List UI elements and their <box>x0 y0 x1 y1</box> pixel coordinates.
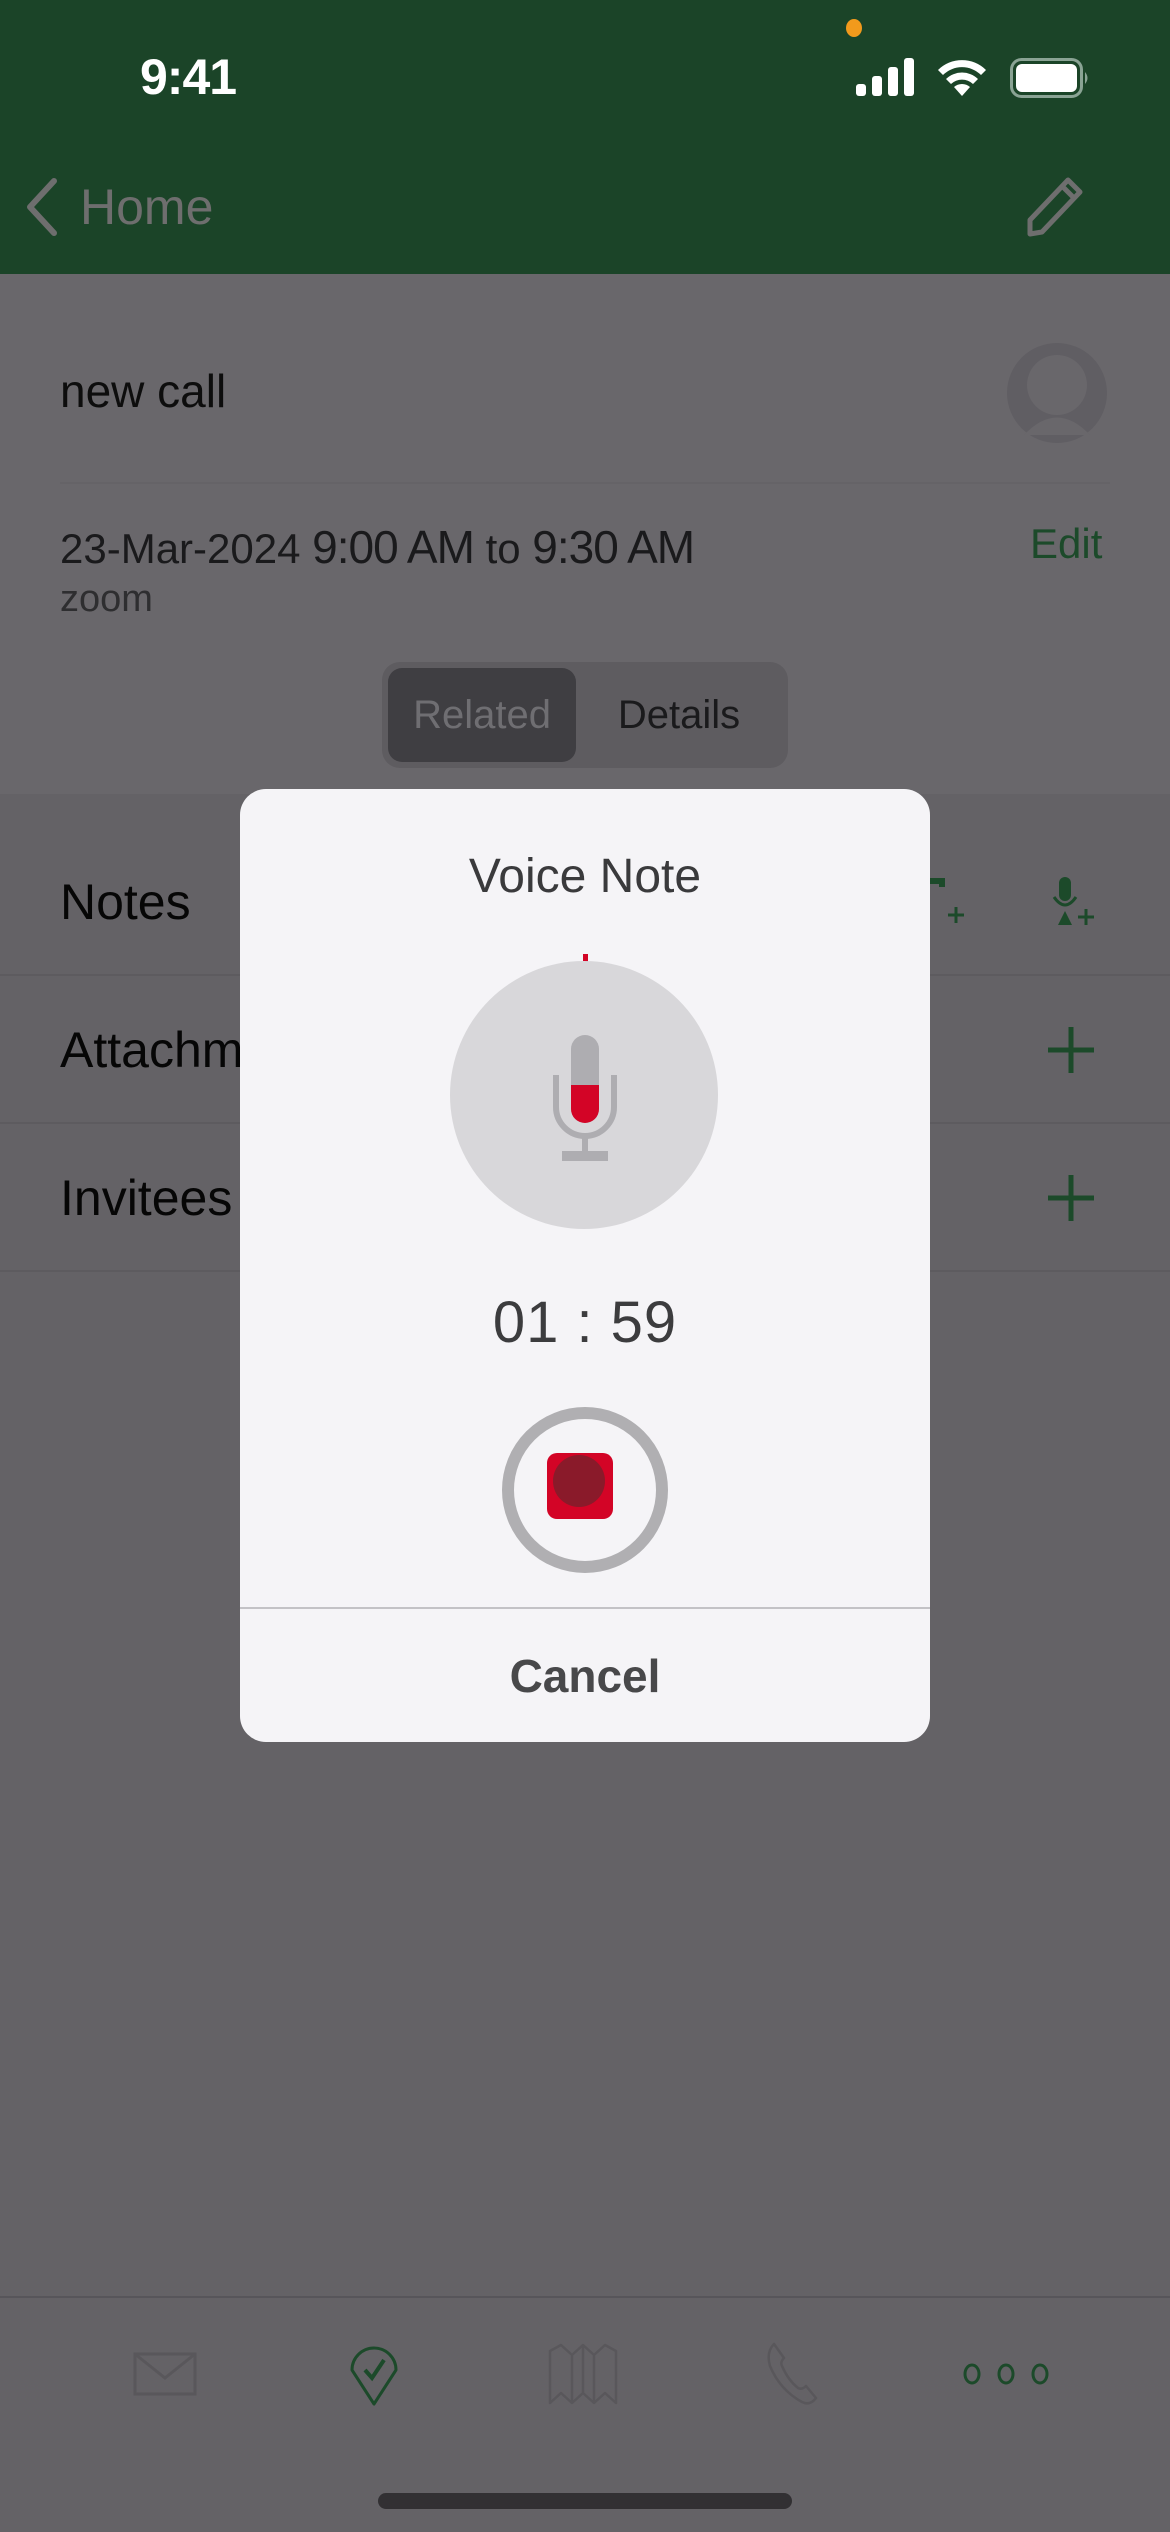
back-button[interactable]: Home <box>22 172 213 242</box>
tab-check-in[interactable] <box>334 2334 414 2414</box>
voice-note-dialog: Voice Note 01 : 59 Cancel <box>240 789 930 1742</box>
wifi-icon <box>938 60 986 96</box>
cancel-button[interactable]: Cancel <box>240 1609 930 1742</box>
tab-details[interactable]: Details <box>576 668 782 762</box>
record-date: 23-Mar-2024 <box>60 525 301 572</box>
avatar-placeholder-icon <box>1007 343 1107 443</box>
row-label: Invitees <box>60 1170 233 1226</box>
record-title: new call <box>60 365 227 417</box>
map-icon <box>548 2343 618 2405</box>
microphone-icon <box>553 1035 617 1161</box>
more-dots-icon <box>963 2363 1049 2385</box>
chevron-left-icon <box>27 178 57 236</box>
navigation-bar: 9:41 Home <box>0 0 1170 274</box>
record-location: zoom <box>60 578 153 620</box>
segmented-control: Related Details <box>382 662 788 768</box>
record-to-label: to <box>485 525 521 572</box>
battery-icon <box>1010 58 1088 98</box>
tab-map[interactable] <box>543 2334 623 2414</box>
phone-icon <box>767 2342 818 2405</box>
record-end-time: 9:30 AM <box>532 521 695 573</box>
screen: 9:41 Home new call 23-Mar-2024 9:00 AM t… <box>0 0 1170 2532</box>
divider <box>60 482 1110 484</box>
tab-mail[interactable] <box>125 2334 205 2414</box>
status-time: 9:41 <box>140 49 237 105</box>
mic-in-use-indicator <box>846 19 862 37</box>
record-start-time: 9:00 AM <box>312 521 475 573</box>
tab-call[interactable] <box>752 2334 832 2414</box>
pencil-icon[interactable] <box>1018 172 1088 242</box>
tab-more[interactable] <box>960 2334 1052 2414</box>
envelope-icon <box>133 2352 197 2396</box>
tab-related[interactable]: Related <box>388 668 576 762</box>
plus-icon[interactable] <box>1046 1173 1096 1223</box>
record-datetime: 23-Mar-2024 9:00 AM to 9:30 AM <box>60 520 695 574</box>
location-check-icon <box>350 2346 398 2406</box>
home-indicator[interactable] <box>378 2493 792 2509</box>
stop-icon-inner <box>553 1455 605 1507</box>
row-label: Attachm <box>60 1022 244 1078</box>
stop-icon <box>547 1453 613 1519</box>
add-voice-note-icon[interactable] <box>1050 877 1096 927</box>
plus-icon[interactable] <box>1046 1025 1096 1075</box>
dialog-title: Voice Note <box>468 850 702 903</box>
row-label: Notes <box>60 874 191 930</box>
recording-timer: 01 : 59 <box>492 1290 678 1355</box>
back-label: Home <box>80 179 214 235</box>
edit-time-button[interactable]: Edit <box>1030 520 1102 568</box>
stop-recording-button[interactable] <box>502 1407 668 1573</box>
cellular-signal-icon <box>856 58 914 96</box>
